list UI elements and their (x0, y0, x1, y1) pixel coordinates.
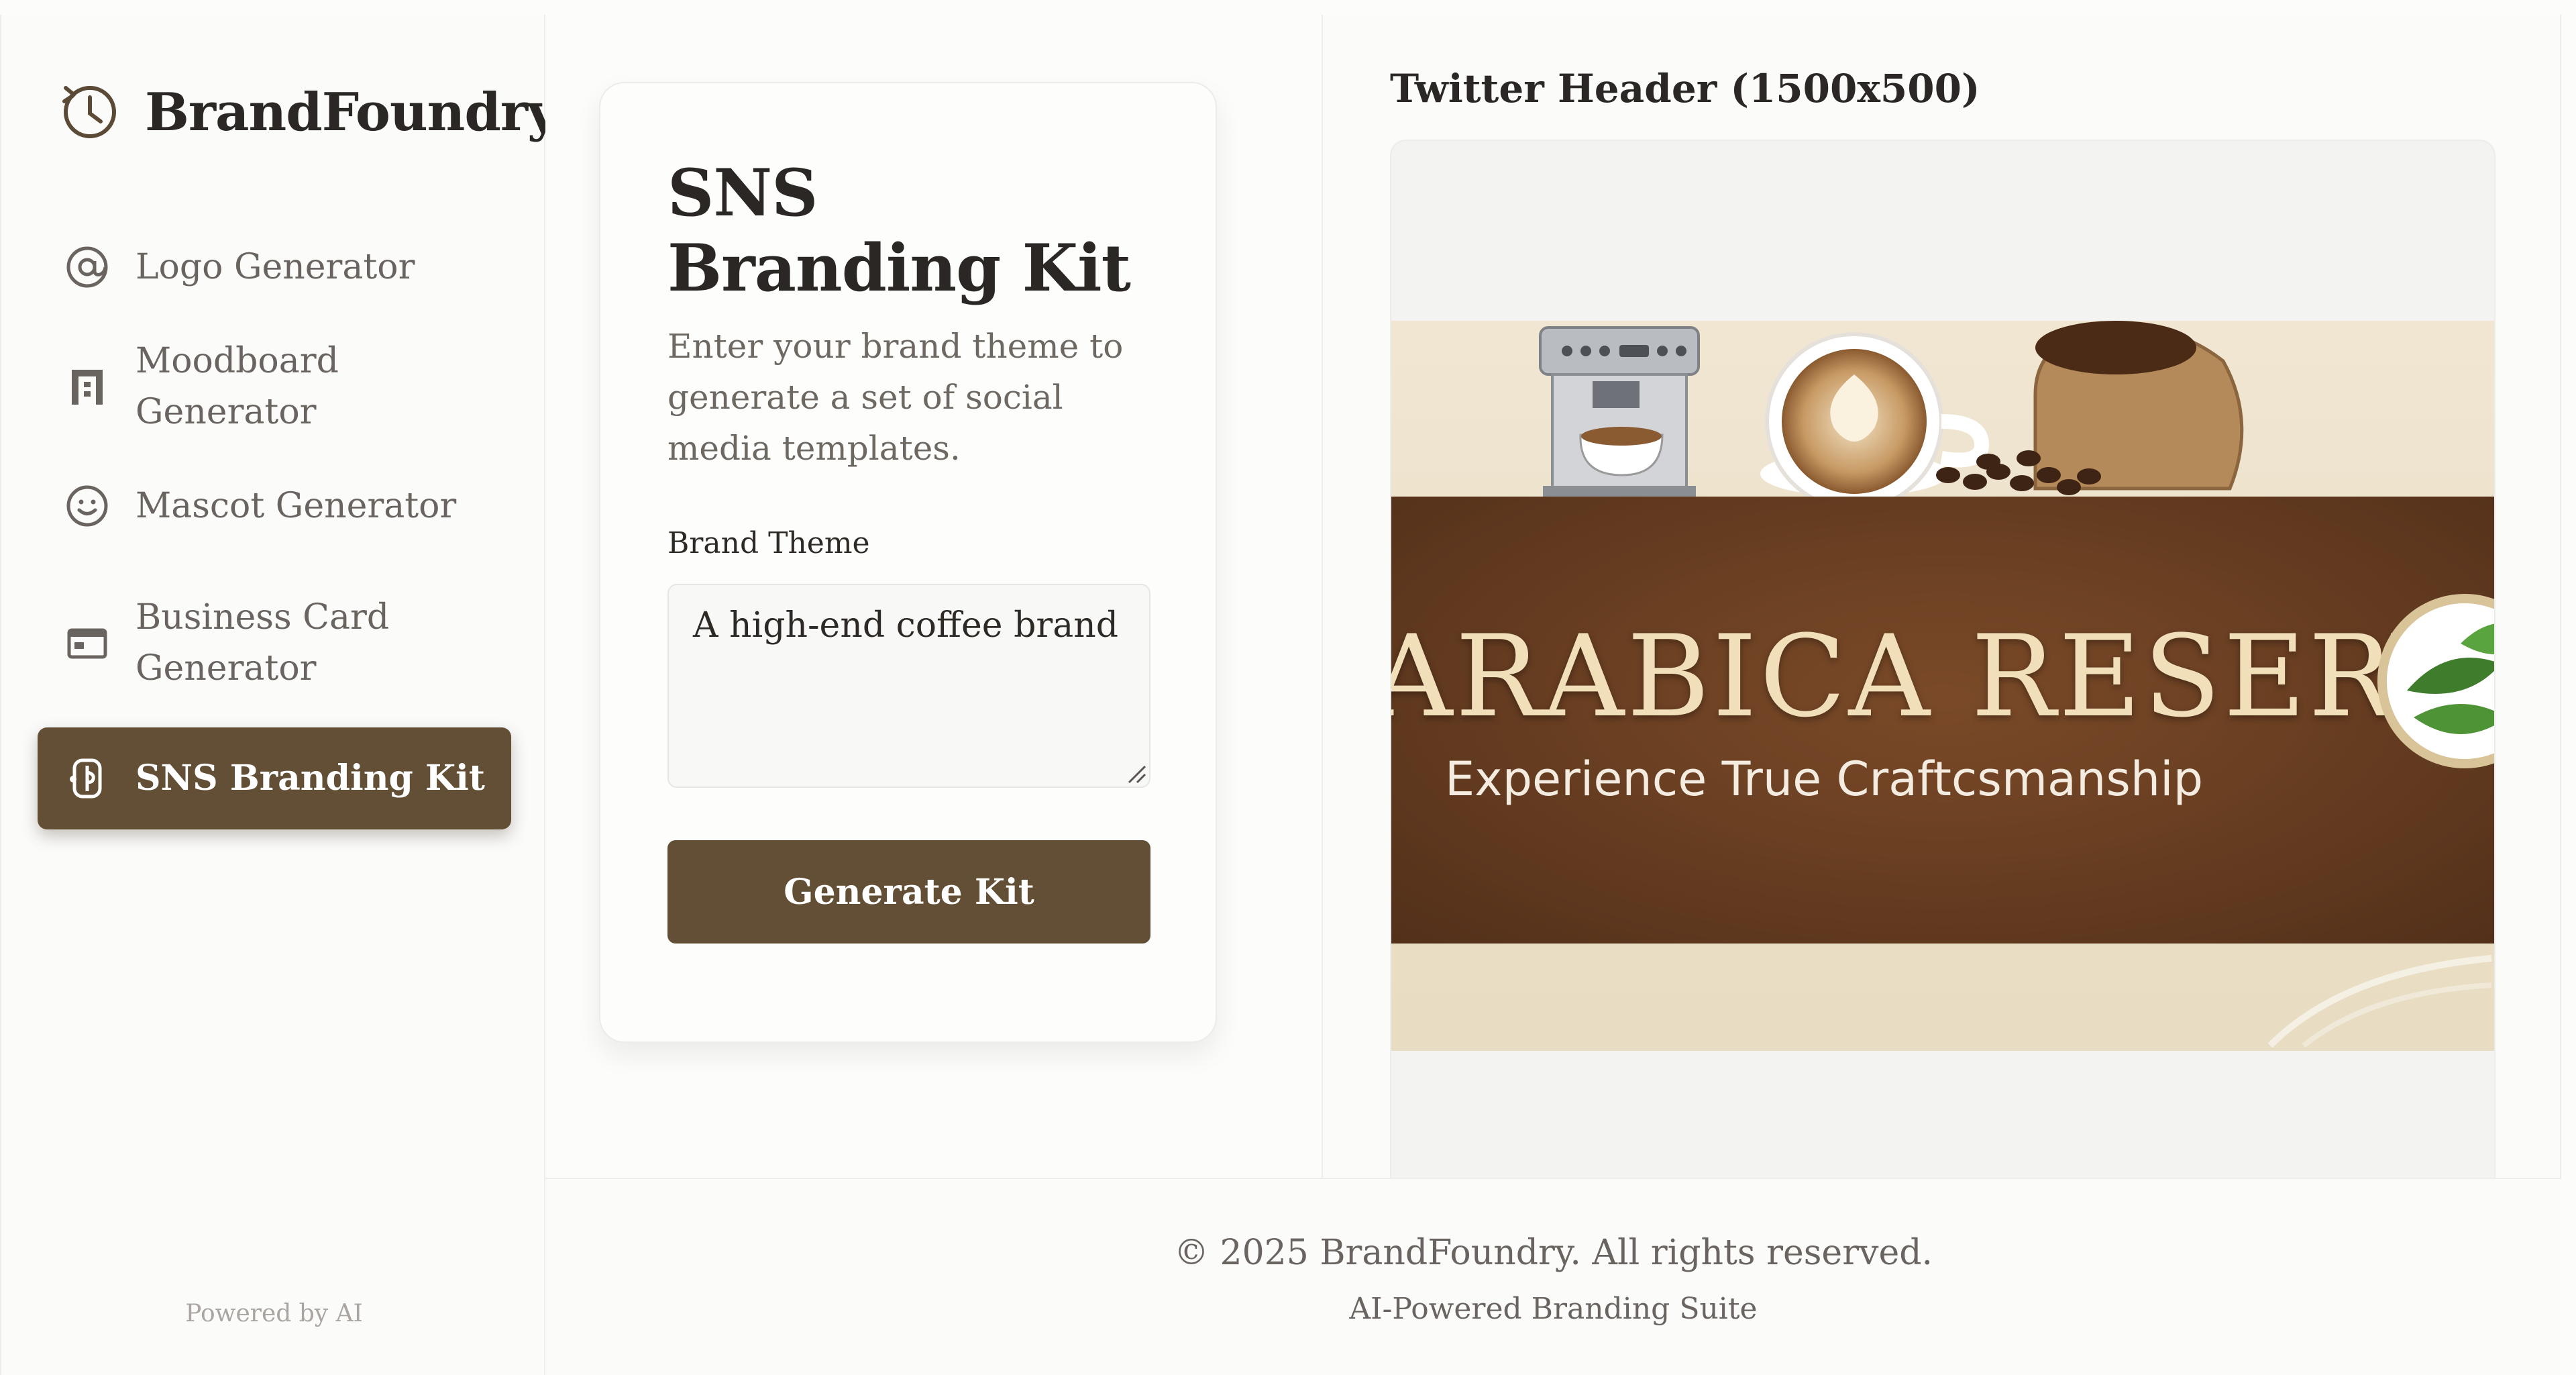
coffee-products-illustration (1539, 321, 2244, 497)
sidebar-item-label: Mascot Generator (136, 486, 457, 526)
page-title: SNS Branding Kit (667, 155, 1131, 306)
sidebar-item-logo-generator[interactable]: Logo Generator (38, 225, 511, 309)
brand-theme-label: Brand Theme (667, 526, 870, 560)
sidebar-item-label: SNS Branding Kit (136, 758, 485, 799)
smile-icon (63, 482, 111, 530)
sidebar-item-sns-branding-kit[interactable]: SNS Branding Kit (38, 727, 511, 829)
brand-name: BrandFoundry (145, 81, 557, 143)
preview-frame: ARABICA RESERVE Experience True Craftcsm… (1390, 140, 2496, 1178)
clock-icon (58, 80, 122, 144)
resize-handle-icon[interactable] (1125, 762, 1146, 784)
banner-brand-name: ARABICA RESERVE (1391, 611, 2496, 742)
brand-theme-input[interactable]: A high-end coffee brand (667, 584, 1150, 788)
banner-tagline: Experience True Craftcsmanship (1444, 752, 2204, 807)
sidebar-item-label: Logo Generator (136, 247, 415, 287)
leaf-icon (2407, 623, 2494, 734)
card-icon (63, 619, 111, 667)
preview-title: Twitter Header (1500x500) (1390, 66, 1980, 111)
at-sign-icon (63, 243, 111, 291)
footer-copyright: © 2025 BrandFoundry. All rights reserved… (1173, 1233, 1933, 1273)
twitter-header-image: ARABICA RESERVE Experience True Craftcsm… (1391, 321, 2496, 1051)
form-card: SNS Branding Kit Enter your brand theme … (599, 82, 1217, 1043)
powered-by-text: Powered by AI (185, 1300, 363, 1327)
banner-brown-band: ARABICA RESERVE Experience True Craftcsm… (1391, 497, 2496, 944)
sidebar-item-mascot-generator[interactable]: Mascot Generator (38, 464, 511, 548)
footer: © 2025 BrandFoundry. All rights reserved… (545, 1178, 2561, 1375)
brand[interactable]: BrandFoundry (58, 68, 557, 156)
app-root: BrandFoundry Logo Generator Moodboard Ge… (0, 0, 2576, 1375)
footer-tagline: AI-Powered Branding Suite (1349, 1292, 1758, 1326)
sidebar-item-label: Moodboard Generator (136, 341, 339, 432)
form-panel: SNS Branding Kit Enter your brand theme … (545, 15, 1322, 1178)
sidebar-item-moodboard-generator[interactable]: Moodboard Generator (38, 341, 511, 432)
sidebar-item-label: Business Card Generator (136, 597, 390, 689)
generate-kit-button[interactable]: Generate Kit (667, 840, 1150, 944)
sidebar: BrandFoundry Logo Generator Moodboard Ge… (0, 15, 557, 1375)
board-icon (63, 362, 111, 411)
share-icon (63, 754, 111, 803)
form-description: Enter your brand theme to generate a set… (667, 327, 1124, 468)
steam-swirl-decoration (2267, 955, 2492, 1048)
sidebar-item-business-card-generator[interactable]: Business Card Generator (38, 582, 511, 703)
preview-panel: Twitter Header (1500x500) ARABICA RESERV… (1322, 15, 2561, 1178)
